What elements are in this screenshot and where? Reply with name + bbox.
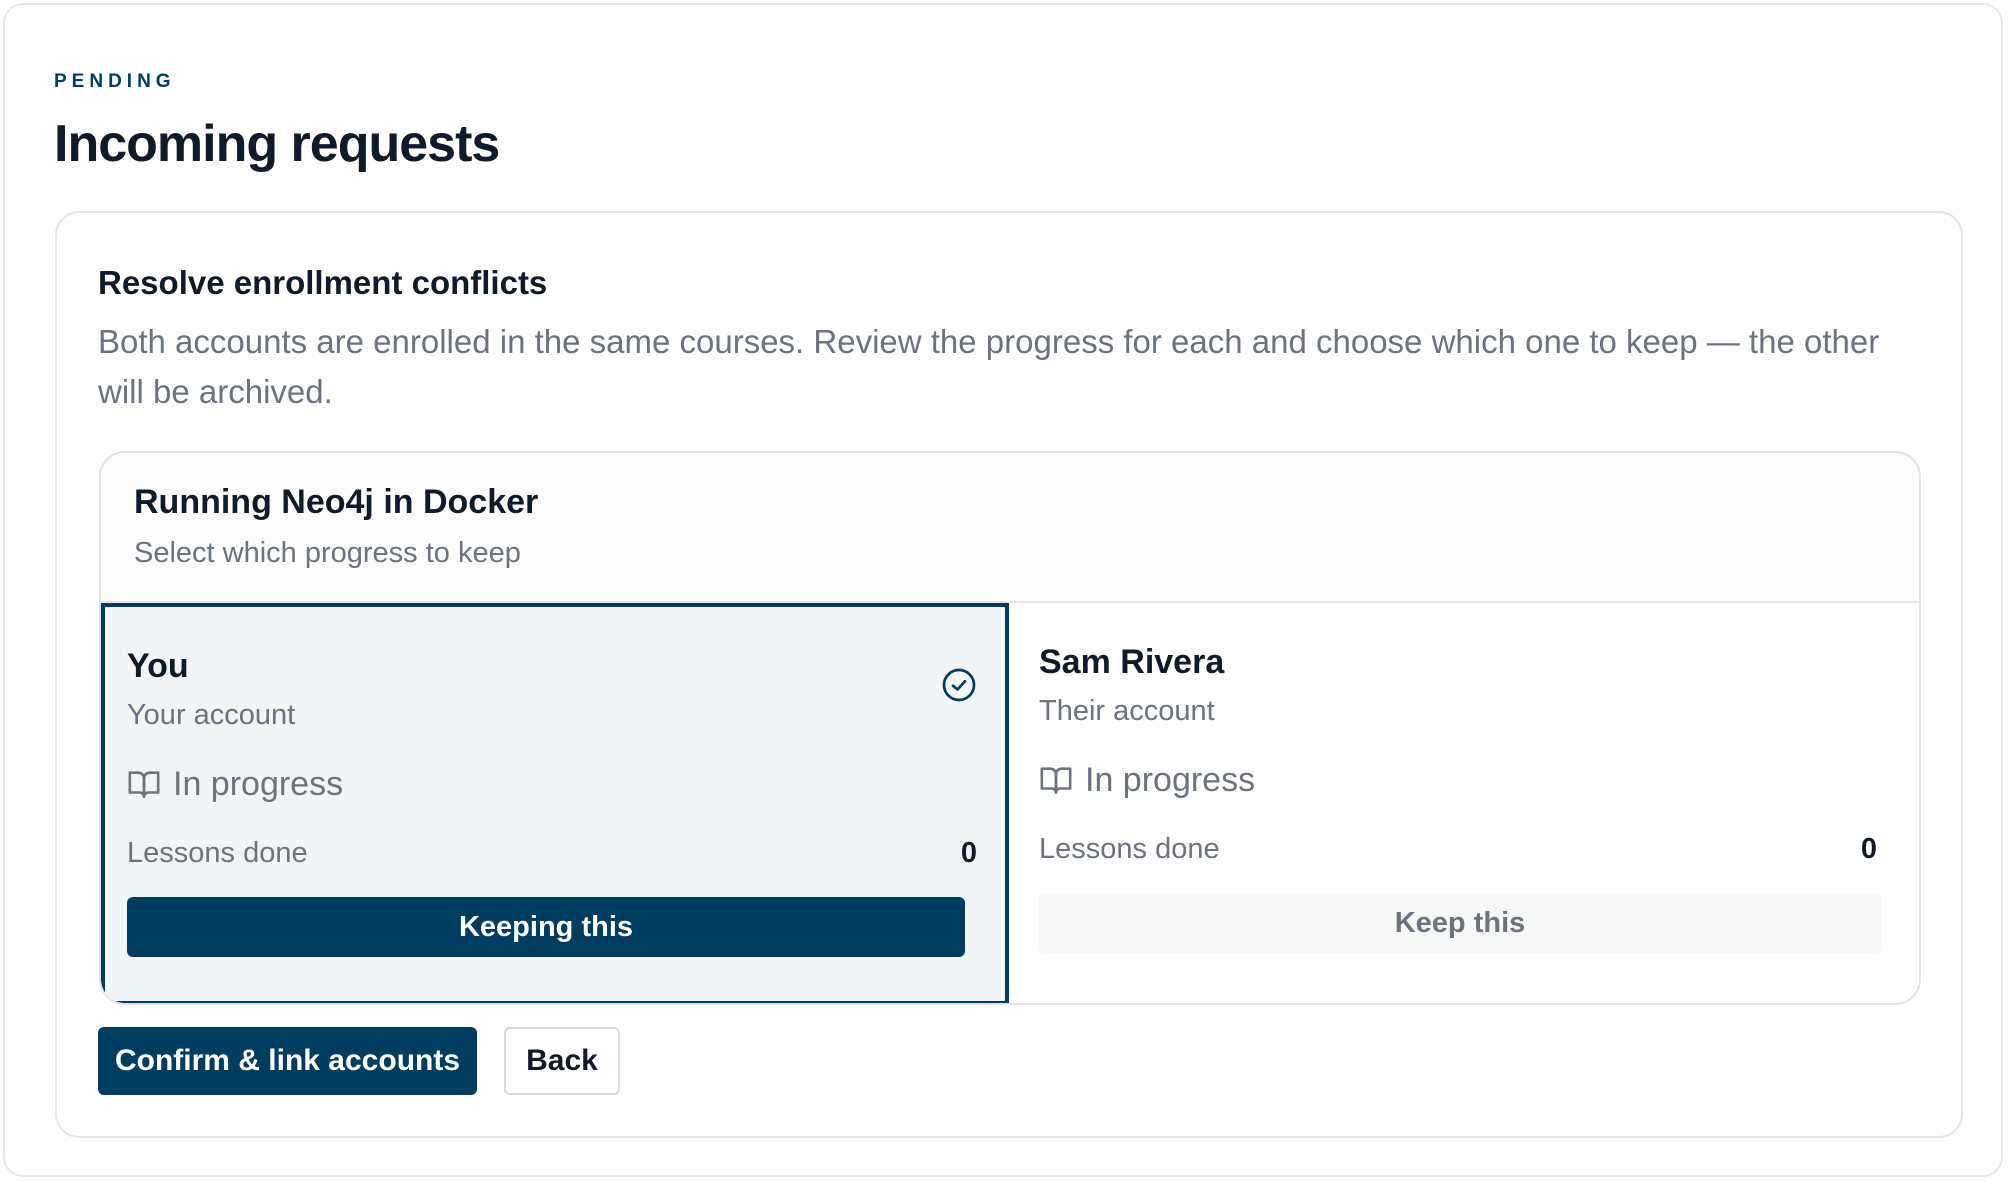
option-your-account[interactable]: You Your account In progress Lessons don…: [101, 603, 1009, 1003]
lessons-done-label: Lessons done: [127, 837, 308, 869]
book-open-icon: [128, 771, 160, 799]
check-circle-icon: [942, 668, 976, 702]
keeping-this-button[interactable]: Keeping this: [127, 897, 965, 957]
section-eyebrow: PENDING: [54, 71, 176, 92]
option-name: Sam Rivera: [1039, 643, 1225, 681]
panel-description: Both accounts are enrolled in the same c…: [98, 323, 1880, 410]
keep-this-button[interactable]: Keep this: [1039, 893, 1881, 953]
lessons-done-label: Lessons done: [1039, 833, 1220, 865]
option-status-label: In progress: [173, 765, 344, 803]
option-status-label: In progress: [1085, 761, 1256, 799]
option-name: You: [127, 647, 189, 685]
course-card: Running Neo4j in Docker Select which pro…: [99, 451, 1921, 1005]
course-subtitle: Select which progress to keep: [134, 537, 521, 569]
course-header: Running Neo4j in Docker Select which pro…: [101, 453, 1919, 603]
course-title: Running Neo4j in Docker: [134, 483, 539, 521]
lessons-done-value: 0: [1860, 833, 1877, 865]
conflict-panel: Resolve enrollment conflicts Both accoun…: [55, 211, 1963, 1138]
page-title: Incoming requests: [54, 115, 500, 173]
book-open-icon: [1040, 767, 1072, 795]
option-role: Their account: [1039, 695, 1215, 727]
back-button[interactable]: Back: [504, 1027, 620, 1095]
lessons-done-value: 0: [960, 837, 977, 869]
option-their-account[interactable]: Sam Rivera Their account In progress Les…: [1009, 603, 1919, 1003]
option-status: In progress: [1039, 757, 1255, 803]
panel-title: Resolve enrollment conflicts: [98, 264, 548, 301]
page-card: PENDING Incoming requests Resolve enroll…: [3, 3, 2003, 1177]
option-status: In progress: [127, 761, 343, 807]
option-role: Your account: [127, 699, 296, 731]
confirm-link-accounts-button[interactable]: Confirm & link accounts: [98, 1027, 477, 1095]
